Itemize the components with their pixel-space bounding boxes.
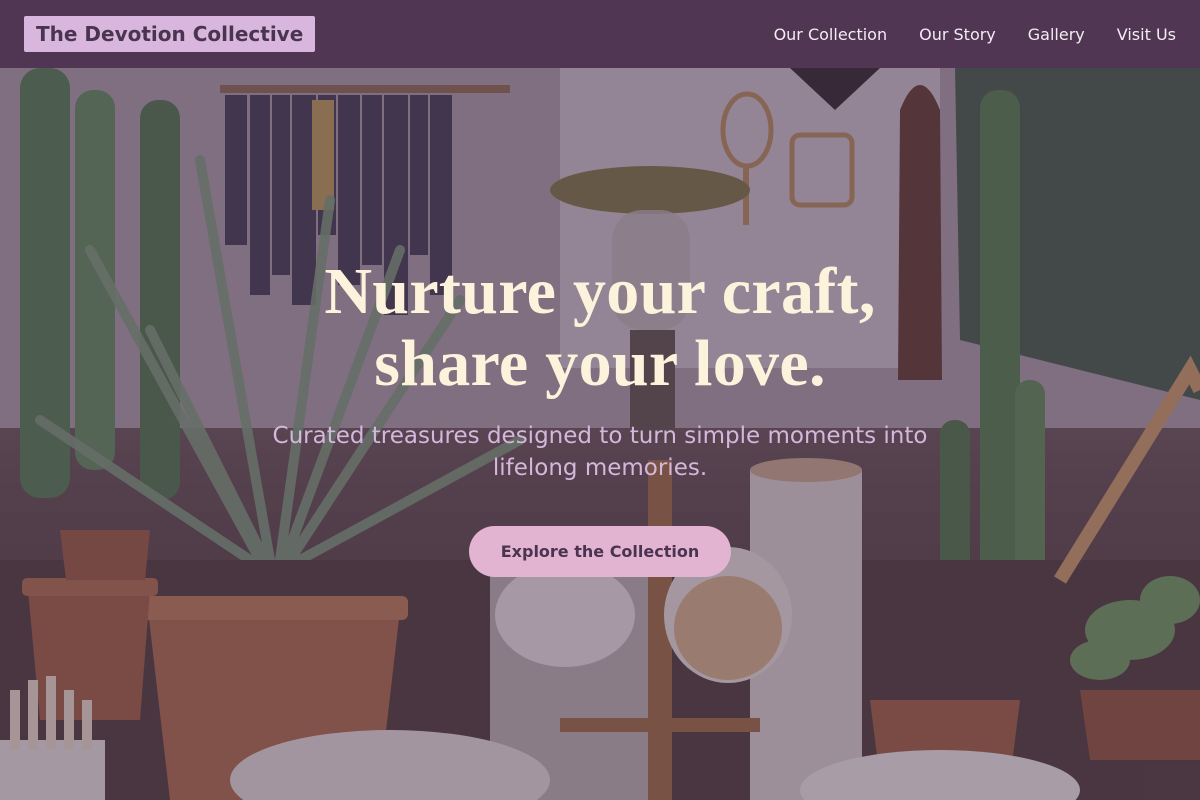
explore-collection-button[interactable]: Explore the Collection	[469, 526, 731, 577]
hero-headline: Nurture your craft, share your love.	[324, 256, 875, 400]
hero-headline-line1: Nurture your craft,	[324, 255, 876, 328]
hero-section: Nurture your craft, share your love. Cur…	[0, 0, 1200, 800]
brand-logo[interactable]: The Devotion Collective	[24, 16, 316, 52]
hero-headline-line2: share your love.	[374, 327, 826, 400]
nav-links: Our Collection Our Story Gallery Visit U…	[758, 25, 1176, 44]
navbar: The Devotion Collective Our Collection O…	[0, 0, 1200, 68]
nav-link-our-story[interactable]: Our Story	[903, 25, 1012, 44]
nav-link-our-collection[interactable]: Our Collection	[758, 25, 904, 44]
nav-link-gallery[interactable]: Gallery	[1012, 25, 1101, 44]
hero-subtitle: Curated treasures designed to turn simpl…	[272, 423, 928, 481]
nav-link-visit-us[interactable]: Visit Us	[1101, 25, 1176, 44]
